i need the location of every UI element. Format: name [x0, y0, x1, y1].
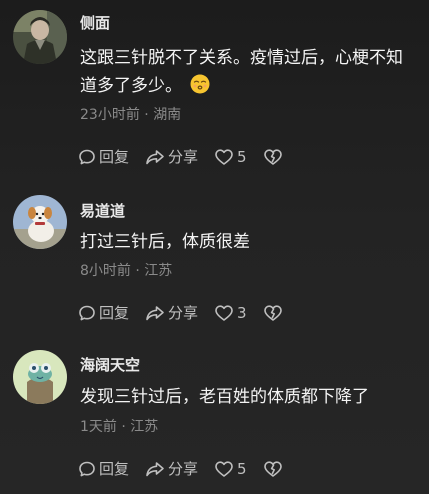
share-label: 分享	[168, 460, 199, 478]
share-label: 分享	[168, 304, 199, 322]
avatar[interactable]	[13, 10, 67, 64]
heart-outline-icon	[215, 305, 233, 321]
comment-meta: 1天前 · 江苏	[80, 417, 158, 437]
reply-button[interactable]: 回复	[78, 147, 129, 167]
share-label: 分享	[168, 148, 199, 166]
comment-item: 海阔天空 发现三针过后，老百姓的体质都下降了 1天前 · 江苏 回复 分享 5	[0, 340, 429, 494]
dislike-button[interactable]	[263, 148, 283, 166]
comment-actions: 回复 分享 5	[78, 146, 299, 168]
comment-time: 1天前	[80, 419, 117, 435]
dislike-button[interactable]	[263, 460, 283, 478]
like-count: 3	[237, 304, 247, 322]
meta-separator: ·	[144, 107, 149, 123]
share-arrow-icon	[146, 306, 164, 321]
like-button[interactable]: 5	[214, 459, 247, 479]
comment-actions: 回复 分享 5	[78, 458, 299, 480]
avatar-image	[13, 195, 67, 249]
comment-meta: 23小时前 · 湖南	[80, 105, 181, 125]
broken-heart-icon	[263, 461, 282, 477]
kissing-face-emoji-icon	[190, 74, 210, 94]
comment-text-content: 发现三针过后，老百姓的体质都下降了	[80, 387, 369, 407]
comment-item: 侧面 这跟三针脱不了关系。疫情过后，心梗不知道多了多少。 23小时前 · 湖南 …	[0, 0, 429, 180]
comment-text-content: 这跟三针脱不了关系。疫情过后，心梗不知道多了多少。	[80, 48, 403, 96]
share-arrow-icon	[146, 150, 164, 165]
reply-bubble-icon	[79, 149, 95, 165]
like-button[interactable]: 3	[214, 303, 247, 323]
comment-item: 易道道 打过三针后，体质很差 8小时前 · 江苏 回复 分享 3	[0, 180, 429, 340]
comment-location: 江苏	[130, 419, 159, 435]
comment-username[interactable]: 侧面	[80, 13, 110, 33]
share-button[interactable]: 分享	[145, 459, 198, 479]
comment-location: 湖南	[153, 107, 182, 123]
share-arrow-icon	[146, 462, 164, 477]
share-button[interactable]: 分享	[145, 303, 198, 323]
reply-bubble-icon	[79, 461, 95, 477]
heart-outline-icon	[215, 149, 233, 165]
like-count: 5	[237, 148, 247, 166]
meta-separator: ·	[121, 419, 126, 435]
reply-button[interactable]: 回复	[78, 459, 129, 479]
comment-text: 发现三针过后，老百姓的体质都下降了	[80, 383, 415, 411]
comment-meta: 8小时前 · 江苏	[80, 261, 172, 281]
reply-label: 回复	[99, 304, 130, 322]
comment-location: 江苏	[144, 263, 173, 279]
comment-actions: 回复 分享 3	[78, 302, 299, 324]
reply-label: 回复	[99, 148, 130, 166]
reply-button[interactable]: 回复	[78, 303, 129, 323]
comment-username[interactable]: 易道道	[80, 201, 125, 221]
broken-heart-icon	[263, 305, 282, 321]
comment-username[interactable]: 海阔天空	[80, 355, 140, 375]
share-button[interactable]: 分享	[145, 147, 198, 167]
avatar[interactable]	[13, 350, 67, 404]
comment-text: 这跟三针脱不了关系。疫情过后，心梗不知道多了多少。	[80, 44, 415, 100]
avatar-image	[13, 350, 67, 404]
comment-time: 23小时前	[80, 107, 140, 123]
meta-separator: ·	[135, 263, 140, 279]
reply-bubble-icon	[79, 305, 95, 321]
avatar-image	[13, 10, 67, 64]
comment-text-content: 打过三针后，体质很差	[80, 232, 250, 252]
comment-text: 打过三针后，体质很差	[80, 228, 415, 256]
heart-outline-icon	[215, 461, 233, 477]
like-count: 5	[237, 460, 247, 478]
broken-heart-icon	[263, 149, 282, 165]
dislike-button[interactable]	[263, 304, 283, 322]
avatar[interactable]	[13, 195, 67, 249]
reply-label: 回复	[99, 460, 130, 478]
like-button[interactable]: 5	[214, 147, 247, 167]
comment-time: 8小时前	[80, 263, 131, 279]
